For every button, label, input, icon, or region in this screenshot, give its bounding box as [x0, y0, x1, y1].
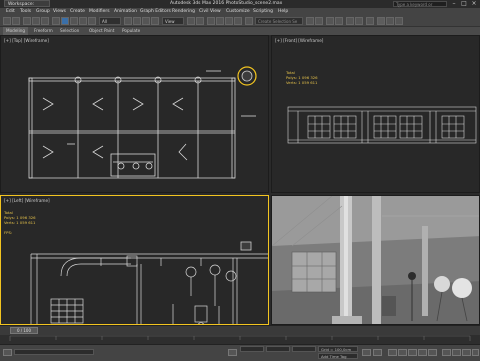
move-icon[interactable] [124, 17, 132, 25]
selection-set-dropdown[interactable]: Create Selection Se [255, 17, 303, 25]
zoom-icon[interactable] [442, 349, 451, 356]
unlink-icon[interactable] [32, 17, 40, 25]
tab-modeling[interactable]: Modeling [3, 27, 29, 35]
menu-scripting[interactable]: Scripting [253, 8, 273, 16]
window-crossing-icon[interactable] [88, 17, 96, 25]
next-frame-icon[interactable] [418, 349, 427, 356]
add-time-tag-button[interactable]: Add Time Tag [318, 353, 358, 359]
x-coordinate-field[interactable] [240, 346, 264, 352]
viewport-front[interactable]: [+] [Front] [Wireframe] Total Polys: 1 0… [271, 35, 480, 193]
tab-selection[interactable]: Selection [60, 27, 79, 35]
pan-icon[interactable] [452, 349, 461, 356]
track-ticks [9, 335, 471, 341]
window-title: Autodesk 3ds Max 2016 PhotoStudio_scene2… [170, 1, 283, 6]
z-coordinate-field[interactable] [292, 346, 316, 352]
rendered-frame-window-icon[interactable] [386, 17, 394, 25]
previous-frame-icon[interactable] [398, 349, 407, 356]
redo-icon[interactable] [12, 17, 20, 25]
percent-snap-icon[interactable] [225, 17, 233, 25]
spinner-snap-icon[interactable] [234, 17, 242, 25]
pivot-center-icon[interactable] [187, 17, 195, 25]
edit-named-selection-icon[interactable] [245, 17, 253, 25]
search-input[interactable]: Type a keyword or phrase [393, 1, 447, 12]
workspace-dropdown[interactable]: Workspace: Default [4, 0, 50, 14]
grid-size-readout: Grid = 100,0cm [318, 346, 358, 352]
main-toolbar: All View Create Selection Se [0, 16, 480, 27]
minimize-icon[interactable]: – [449, 0, 459, 8]
rectangular-selection-icon[interactable] [79, 17, 87, 25]
menu-views[interactable]: Views [53, 8, 66, 16]
maxscript-listener-icon[interactable] [3, 349, 12, 356]
tab-populate[interactable]: Populate [122, 27, 140, 35]
lock-selection-icon[interactable] [228, 349, 237, 356]
play-icon[interactable] [408, 349, 417, 356]
orbit-icon[interactable] [462, 349, 471, 356]
maximize-icon[interactable]: □ [459, 0, 469, 8]
scale-icon[interactable] [142, 17, 150, 25]
menu-tools[interactable]: Tools [20, 8, 31, 16]
track-bar[interactable] [0, 335, 480, 344]
viewport-top[interactable]: [+] [Top] [Wireframe] [0, 35, 269, 193]
menu-bar: Edit Tools Group Views Create Modifiers … [0, 8, 480, 16]
menu-edit[interactable]: Edit [6, 8, 15, 16]
left-view-wireframe [30, 253, 268, 324]
status-bar: Grid = 100,0cm Add Time Tag [0, 344, 480, 361]
set-key-button[interactable] [373, 349, 382, 356]
snap-toggle-icon[interactable] [207, 17, 215, 25]
go-to-start-icon[interactable] [388, 349, 397, 356]
y-coordinate-field[interactable] [266, 346, 290, 352]
material-editor-icon[interactable] [366, 17, 374, 25]
select-filter-icon[interactable] [52, 17, 60, 25]
go-to-end-icon[interactable] [428, 349, 437, 356]
menu-civil-view[interactable]: Civil View [199, 8, 221, 16]
front-view-wireframe [287, 106, 477, 144]
angle-snap-icon[interactable] [216, 17, 224, 25]
layer-explorer-icon[interactable] [326, 17, 334, 25]
close-icon[interactable]: × [469, 0, 479, 8]
menu-group[interactable]: Group [36, 8, 50, 16]
menu-help[interactable]: Help [278, 8, 288, 16]
curve-editor-icon[interactable] [346, 17, 354, 25]
reference-coordinate-dropdown[interactable]: View [162, 17, 184, 25]
menu-rendering[interactable]: Rendering [172, 8, 195, 16]
select-object-icon[interactable] [61, 17, 69, 25]
tab-object-paint[interactable]: Object Paint [89, 27, 114, 35]
undo-icon[interactable] [3, 17, 11, 25]
viewport-area: [+] [Top] [Wireframe] [+] [Front] [Wiref… [0, 35, 480, 325]
maximize-viewport-icon[interactable] [472, 349, 479, 356]
time-slider[interactable]: 0 / 100 [10, 327, 38, 334]
bind-space-warp-icon[interactable] [41, 17, 49, 25]
align-icon[interactable] [315, 17, 323, 25]
rotate-icon[interactable] [133, 17, 141, 25]
filter-dropdown[interactable]: All [99, 17, 121, 25]
scene-explorer-icon[interactable] [335, 17, 343, 25]
top-view-wireframe [28, 70, 256, 179]
viewport-perspective[interactable]: [+] [Perspective] [Realistic] [271, 195, 480, 325]
link-icon[interactable] [23, 17, 31, 25]
perspective-render [272, 196, 479, 324]
prompt-line [14, 349, 94, 355]
menu-customize[interactable]: Customize [226, 8, 250, 16]
render-setup-icon[interactable] [377, 17, 385, 25]
select-by-name-icon[interactable] [70, 17, 78, 25]
auto-key-button[interactable] [362, 349, 371, 356]
place-icon[interactable] [151, 17, 159, 25]
select-manipulate-icon[interactable] [196, 17, 204, 25]
mirror-icon[interactable] [306, 17, 314, 25]
viewport-left[interactable]: [+] [Left] [Wireframe] Total Polys: 1 09… [0, 195, 269, 325]
render-production-icon[interactable] [395, 17, 403, 25]
menu-modifiers[interactable]: Modifiers [89, 8, 110, 16]
tab-freeform[interactable]: Freeform [34, 27, 53, 35]
schematic-view-icon[interactable] [355, 17, 363, 25]
menu-graph-editors[interactable]: Graph Editors [140, 8, 171, 16]
menu-create[interactable]: Create [70, 8, 85, 16]
menu-animation[interactable]: Animation [114, 8, 137, 16]
